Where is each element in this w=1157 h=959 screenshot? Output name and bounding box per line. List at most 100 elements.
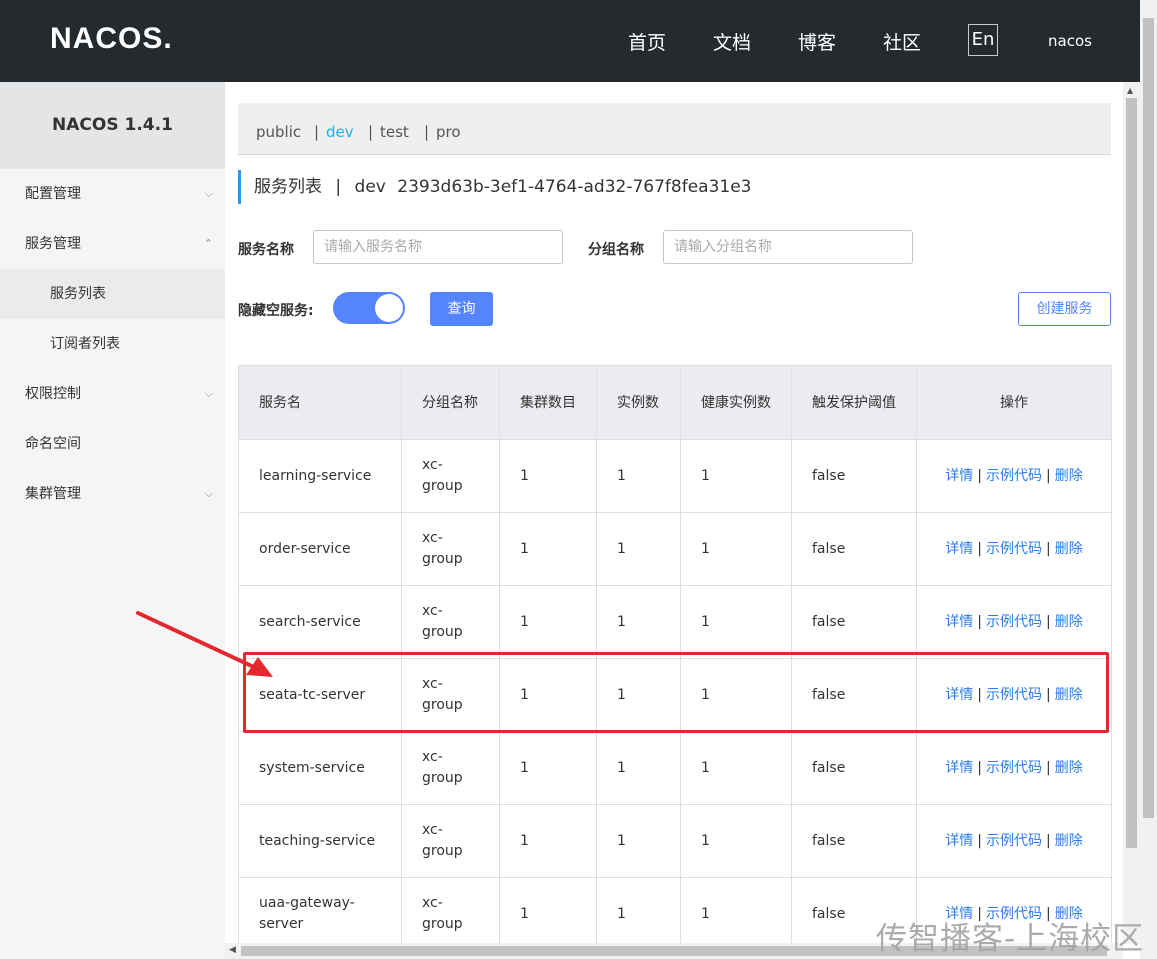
sidebar-item-cluster[interactable]: 集群管理 ⌵: [0, 469, 225, 519]
nav-home[interactable]: 首页: [628, 28, 666, 55]
table-row: system-service xc-group 1 1 1 false 详情 | 示例代码 | 删除: [238, 731, 1112, 805]
sidebar-item-namespace[interactable]: 命名空间: [0, 419, 225, 469]
cell-healthy-count: 1: [680, 439, 792, 513]
cell-threshold: false: [791, 658, 917, 732]
namespace-separator: |: [314, 123, 320, 141]
cell-cluster-count: 1: [499, 877, 597, 951]
nav-blog[interactable]: 博客: [798, 28, 836, 55]
action-separator: |: [977, 686, 982, 703]
sample-code-link[interactable]: 示例代码: [986, 541, 1042, 557]
detail-link[interactable]: 详情: [945, 760, 973, 776]
chevron-up-icon: ⌃: [203, 237, 213, 250]
namespace-id: 2393d63b-3ef1-4764-ad32-767f8fea31e3: [397, 177, 752, 197]
namespace-separator: |: [368, 123, 374, 141]
col-healthy-count: 健康实例数: [680, 365, 792, 440]
cell-actions: 详情 | 示例代码 | 删除: [916, 658, 1112, 732]
nacos-logo[interactable]: NACOS.: [50, 22, 173, 56]
cell-threshold: false: [791, 585, 917, 659]
scroll-thumb[interactable]: [1143, 18, 1154, 818]
sample-code-link[interactable]: 示例代码: [986, 760, 1042, 776]
table-row: seata-tc-server xc-group 1 1 1 false 详情 | 示例代码 | 删…: [238, 658, 1112, 732]
page-vertical-scrollbar[interactable]: [1140, 0, 1157, 959]
detail-link[interactable]: 详情: [945, 687, 973, 703]
hide-empty-switch[interactable]: [333, 292, 405, 324]
service-name-label: 服务名称: [238, 242, 294, 258]
sidebar-item-service[interactable]: 服务管理 ⌃: [0, 219, 225, 269]
cell-instance-count: 1: [596, 585, 681, 659]
cell-threshold: false: [791, 731, 917, 805]
sample-code-link[interactable]: 示例代码: [986, 833, 1042, 849]
sidebar-brand: NACOS 1.4.1: [0, 82, 225, 169]
sidebar-item-label: 集群管理: [25, 486, 81, 502]
sidebar-item-subscribers[interactable]: 订阅者列表: [0, 319, 225, 369]
cell-group-name: xc-group: [401, 512, 500, 586]
nav-community[interactable]: 社区: [883, 28, 921, 55]
cell-group-name: xc-group: [401, 658, 500, 732]
cell-actions: 详情 | 示例代码 | 删除: [916, 804, 1112, 878]
language-switch[interactable]: En: [968, 24, 998, 56]
table-header-row: 服务名 分组名称 集群数目 实例数 健康实例数 触发保护阈值 操作: [238, 365, 1112, 440]
query-button[interactable]: 查询: [430, 292, 493, 326]
cell-threshold: false: [791, 512, 917, 586]
detail-link[interactable]: 详情: [945, 468, 973, 484]
cell-cluster-count: 1: [499, 658, 597, 732]
cell-threshold: false: [791, 439, 917, 513]
namespace-dev[interactable]: dev: [326, 123, 354, 141]
user-menu[interactable]: nacos: [1048, 32, 1092, 50]
inner-vertical-scrollbar[interactable]: ▲: [1123, 82, 1140, 944]
sidebar: NACOS 1.4.1 配置管理 ⌵ 服务管理 ⌃ 服务列表 订阅者列表 权限控…: [0, 82, 225, 959]
nav-docs[interactable]: 文档: [713, 28, 751, 55]
sidebar-item-label: 命名空间: [25, 436, 81, 452]
cell-service-name: teaching-service: [238, 804, 402, 878]
delete-link[interactable]: 删除: [1055, 541, 1083, 557]
col-actions: 操作: [916, 365, 1112, 440]
chevron-down-icon: ⌵: [204, 187, 213, 200]
sample-code-link[interactable]: 示例代码: [986, 468, 1042, 484]
action-separator: |: [1046, 832, 1051, 849]
delete-link[interactable]: 删除: [1055, 833, 1083, 849]
hide-empty-label: 隐藏空服务:: [238, 303, 314, 319]
scroll-up-icon[interactable]: ▲: [1127, 86, 1133, 95]
cell-actions: 详情 | 示例代码 | 删除: [916, 512, 1112, 586]
cell-instance-count: 1: [596, 731, 681, 805]
action-separator: |: [977, 832, 982, 849]
cell-healthy-count: 1: [680, 877, 792, 951]
sample-code-link[interactable]: 示例代码: [986, 614, 1042, 630]
action-separator: |: [1046, 759, 1051, 776]
namespace-pro[interactable]: pro: [436, 123, 461, 141]
cell-healthy-count: 1: [680, 804, 792, 878]
action-separator: |: [977, 613, 982, 630]
top-navbar: NACOS. 首页 文档 博客 社区 En nacos: [0, 0, 1140, 82]
detail-link[interactable]: 详情: [945, 614, 973, 630]
namespace-public[interactable]: public: [256, 123, 301, 141]
namespace-test[interactable]: test: [380, 123, 409, 141]
col-threshold: 触发保护阈值: [791, 365, 917, 440]
cell-cluster-count: 1: [499, 804, 597, 878]
scroll-left-icon[interactable]: ◀: [229, 945, 236, 955]
action-separator: |: [1046, 613, 1051, 630]
delete-link[interactable]: 删除: [1055, 687, 1083, 703]
scroll-thumb[interactable]: [1126, 98, 1137, 848]
col-group-name: 分组名称: [401, 365, 500, 440]
delete-link[interactable]: 删除: [1055, 760, 1083, 776]
detail-link[interactable]: 详情: [945, 541, 973, 557]
action-separator: |: [1046, 686, 1051, 703]
sidebar-item-label: 服务列表: [50, 286, 106, 302]
switch-knob: [375, 294, 403, 322]
cell-cluster-count: 1: [499, 512, 597, 586]
sample-code-link[interactable]: 示例代码: [986, 687, 1042, 703]
delete-link[interactable]: 删除: [1055, 468, 1083, 484]
cell-service-name: seata-tc-server: [238, 658, 402, 732]
sidebar-item-service-list[interactable]: 服务列表: [0, 269, 225, 319]
sidebar-item-config[interactable]: 配置管理 ⌵: [0, 169, 225, 219]
sidebar-item-auth[interactable]: 权限控制 ⌵: [0, 369, 225, 419]
detail-link[interactable]: 详情: [945, 833, 973, 849]
group-name-input[interactable]: [663, 230, 913, 264]
watermark-text: 传智播客-上海校区: [876, 921, 1145, 957]
table-row: learning-service xc-group 1 1 1 false 详情 | 示例代码 |…: [238, 439, 1112, 513]
cell-healthy-count: 1: [680, 658, 792, 732]
service-name-input[interactable]: [313, 230, 563, 264]
delete-link[interactable]: 删除: [1055, 614, 1083, 630]
create-service-button[interactable]: 创建服务: [1018, 292, 1111, 326]
page-title: 服务列表 | dev 2393d63b-3ef1-4764-ad32-767f8…: [238, 170, 751, 204]
